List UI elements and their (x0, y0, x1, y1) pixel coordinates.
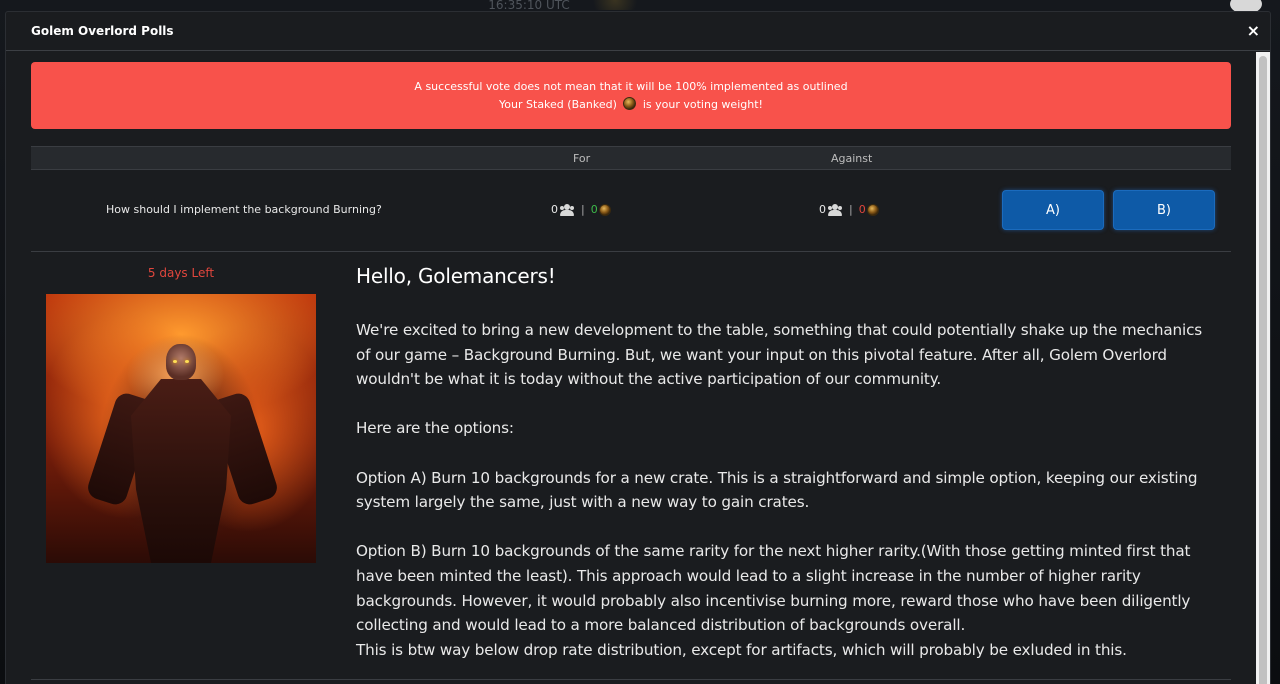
staked-coin-icon (866, 203, 879, 216)
modal-header: Golem Overlord Polls × (6, 12, 1270, 51)
divider (31, 679, 1231, 680)
column-header-against: Against (831, 152, 873, 165)
image-detail (173, 360, 177, 363)
polls-modal: Golem Overlord Polls × A successful vote… (5, 11, 1271, 684)
separator: | (581, 203, 585, 216)
against-weight: 0 (858, 203, 866, 216)
modal-title: Golem Overlord Polls (31, 24, 174, 38)
alert-line-2: Your Staked (Banked) is your voting weig… (499, 96, 763, 114)
vote-option-a-button[interactable]: A) (1002, 190, 1104, 230)
staked-coin-icon (598, 203, 611, 216)
staked-coin-icon (623, 96, 637, 110)
poll-image-fire-golem (46, 294, 316, 563)
column-header-for: For (573, 152, 591, 165)
scrollbar[interactable] (1256, 52, 1270, 684)
poll-heading: Hello, Golemancers! (356, 264, 556, 288)
alert-line-2-prefix: Your Staked (Banked) (499, 97, 617, 111)
alert-line-1: A successful vote does not mean that it … (414, 79, 848, 93)
image-detail (185, 360, 189, 363)
alert-line-2-suffix: is your voting weight! (642, 97, 763, 111)
poll-details: 5 days Left Hello, Golemancers! We're ex… (31, 252, 1231, 684)
vote-option-b-button[interactable]: B) (1113, 190, 1215, 230)
poll-question: How should I implement the background Bu… (106, 203, 382, 216)
for-user-count: 0 (551, 203, 558, 216)
paragraph: This is btw way below drop rate distribu… (356, 640, 1127, 659)
paragraph: Here are the options: (356, 419, 514, 438)
against-votes: 0 | 0 (819, 203, 882, 216)
poll-table: For Against How should I implement the b… (31, 146, 1231, 252)
scrollbar-thumb[interactable] (1259, 56, 1267, 684)
close-icon[interactable]: × (1247, 23, 1260, 39)
paragraph: We're excited to bring a new development… (356, 321, 1203, 389)
image-detail (166, 344, 196, 380)
backdrop-decoration (585, 0, 645, 10)
for-weight: 0 (590, 203, 598, 216)
modal-body: A successful vote does not mean that it … (6, 52, 1270, 684)
for-votes: 0 | 0 (551, 203, 614, 216)
paragraph: Option B) Burn 10 backgrounds of the sam… (356, 542, 1191, 635)
users-icon (827, 203, 843, 216)
table-header: For Against (31, 146, 1231, 170)
table-row: How should I implement the background Bu… (31, 170, 1231, 252)
image-detail (131, 379, 231, 563)
voting-alert: A successful vote does not mean that it … (31, 62, 1231, 129)
against-user-count: 0 (819, 203, 826, 216)
paragraph: Option A) Burn 10 backgrounds for a new … (356, 468, 1198, 512)
poll-description: Hello, Golemancers! We're excited to bri… (356, 264, 1216, 662)
users-icon (559, 203, 575, 216)
separator: | (849, 203, 853, 216)
days-left-label: 5 days Left (147, 266, 215, 280)
